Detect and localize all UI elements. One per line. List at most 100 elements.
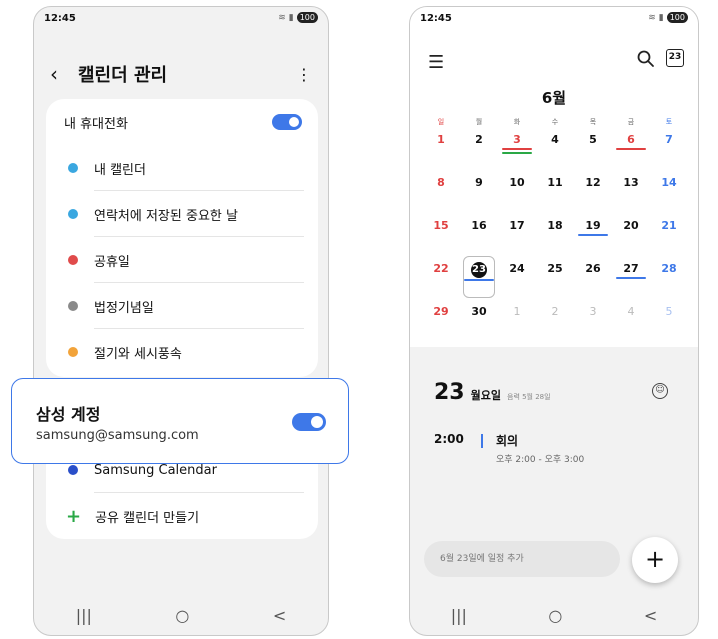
calendar-item[interactable]: 공휴일 — [46, 237, 318, 283]
back-icon[interactable]: ‹ — [50, 62, 72, 86]
day-cell[interactable]: 6 — [612, 131, 650, 174]
calendar-color-dot — [68, 209, 78, 219]
status-icons: ≋ ▮ 100 — [278, 12, 318, 23]
day-cell[interactable]: 5 — [574, 131, 612, 174]
wifi-icon: ≋ — [278, 12, 286, 23]
day-cell-selected[interactable]: 23 — [460, 256, 498, 303]
day-cell[interactable]: 2 — [460, 131, 498, 174]
day-cell[interactable]: 18 — [536, 217, 574, 260]
day-cell[interactable]: 4 — [536, 131, 574, 174]
today-marker: 23 — [471, 262, 487, 278]
day-cell[interactable]: 5 — [650, 303, 688, 346]
account-toggle[interactable] — [292, 413, 326, 431]
wifi-icon: ≋ — [648, 12, 656, 23]
add-shared-calendar-button[interactable]: + 공유 캘린더 만들기 — [46, 493, 318, 539]
calendar-management-screen: 12:45 ≋ ▮ 100 ‹ 캘린더 관리 ⋮ 내 휴대전화 내 캘린더 연락… — [33, 6, 329, 636]
calendar-color-dot — [68, 163, 78, 173]
calendar-item[interactable]: 연락처에 저장된 중요한 날 — [46, 191, 318, 237]
header: ‹ 캘린더 관리 ⋮ — [50, 59, 312, 89]
samsung-account-callout: 삼성 계정 samsung@samsung.com — [11, 378, 349, 464]
weekday-label: 화 — [513, 118, 521, 126]
search-icon[interactable] — [636, 49, 656, 69]
nav-back-icon[interactable]: < — [644, 606, 657, 625]
signal-icon: ▮ — [658, 12, 664, 23]
day-cell[interactable]: 27 — [612, 260, 650, 303]
day-cell[interactable]: 29 — [422, 303, 460, 346]
weekday-label: 일 — [437, 118, 445, 126]
day-cell[interactable]: 4 — [612, 303, 650, 346]
calendar-item-label: 내 캘린더 — [94, 162, 146, 178]
day-cell[interactable]: 15 — [422, 217, 460, 260]
day-cell[interactable]: 11 — [536, 174, 574, 217]
status-bar: 12:45 ≋ ▮ 100 — [34, 7, 328, 31]
selected-day-number: 23 — [434, 380, 465, 405]
event-item[interactable]: 2:00 회의 오후 2:00 - 오후 3:00 — [434, 432, 678, 472]
day-cell[interactable]: 8 — [422, 174, 460, 217]
device-section-header: 내 휴대전화 — [46, 99, 318, 145]
day-cell[interactable]: 28 — [650, 260, 688, 303]
day-cell[interactable]: 22 — [422, 260, 460, 303]
event-time: 2:00 — [434, 432, 464, 446]
day-cell[interactable]: 24 — [498, 260, 536, 303]
device-calendars-card: 내 휴대전화 내 캘린더 연락처에 저장된 중요한 날 공휴일 법정기념일 절기… — [46, 99, 318, 377]
home-icon[interactable]: ○ — [175, 606, 189, 625]
day-cell[interactable]: 14 — [650, 174, 688, 217]
system-nav-bar: ||| ○ < — [410, 595, 698, 635]
status-icons: ≋ ▮ 100 — [648, 12, 688, 23]
day-cell[interactable]: 13 — [612, 174, 650, 217]
event-color-bar — [481, 434, 483, 448]
day-cell[interactable]: 19 — [574, 217, 612, 260]
day-cell[interactable]: 3 — [574, 303, 612, 346]
weekday-label: 목 — [589, 118, 597, 126]
calendar-item[interactable]: 내 캘린더 — [46, 145, 318, 191]
weekday-label: 토 — [665, 118, 673, 126]
month-grid: 1 2 3 4 5 6 7 8 9 10 11 12 13 14 15 16 1… — [422, 131, 688, 346]
day-cell[interactable]: 1 — [422, 131, 460, 174]
calendar-item-label: 법정기념일 — [94, 300, 154, 316]
more-options-icon[interactable]: ⋮ — [296, 65, 312, 84]
home-icon[interactable]: ○ — [548, 606, 562, 625]
day-cell[interactable]: 25 — [536, 260, 574, 303]
calendar-item-label: Samsung Calendar — [94, 462, 217, 478]
device-toggle[interactable] — [272, 114, 302, 130]
day-cell[interactable]: 17 — [498, 217, 536, 260]
day-cell[interactable]: 7 — [650, 131, 688, 174]
weekday-label: 금 — [627, 118, 635, 126]
status-bar: 12:45 ≋ ▮ 100 — [410, 7, 698, 31]
day-cell[interactable]: 9 — [460, 174, 498, 217]
day-cell[interactable]: 16 — [460, 217, 498, 260]
day-cell[interactable]: 2 — [536, 303, 574, 346]
calendar-item[interactable]: 법정기념일 — [46, 283, 318, 329]
weekday-label: 수 — [551, 118, 559, 126]
day-cell[interactable]: 12 — [574, 174, 612, 217]
day-cell[interactable]: 30 — [460, 303, 498, 346]
today-icon[interactable]: 23 — [666, 49, 684, 67]
system-nav-bar: ||| ○ < — [34, 595, 328, 635]
calendar-color-dot — [68, 301, 78, 311]
day-cell[interactable]: 10 — [498, 174, 536, 217]
calendar-color-dot — [68, 465, 78, 475]
weekday-label: 월 — [475, 118, 483, 126]
nav-back-icon[interactable]: < — [273, 606, 286, 625]
recents-icon[interactable]: ||| — [451, 606, 467, 625]
device-section-label: 내 휴대전화 — [64, 116, 128, 132]
calendar-month-screen: 12:45 ≋ ▮ 100 ☰ 23 6월 일 월 화 수 목 금 토 1 2 … — [409, 6, 699, 636]
status-time: 12:45 — [420, 13, 452, 24]
recents-icon[interactable]: ||| — [76, 606, 92, 625]
menu-icon[interactable]: ☰ — [428, 52, 444, 73]
account-email: samsung@samsung.com — [36, 428, 199, 443]
battery-icon: 100 — [666, 12, 688, 23]
add-event-button[interactable]: + — [632, 537, 678, 583]
weekday-header: 일 월 화 수 목 금 토 — [422, 117, 688, 127]
day-cell[interactable]: 20 — [612, 217, 650, 260]
day-cell[interactable]: 1 — [498, 303, 536, 346]
battery-icon: 100 — [296, 12, 318, 23]
day-cell[interactable]: 26 — [574, 260, 612, 303]
day-cell[interactable]: 21 — [650, 217, 688, 260]
calendar-item[interactable]: 절기와 세시풍속 — [46, 329, 318, 375]
event-detail: 오후 2:00 - 오후 3:00 — [496, 455, 585, 465]
quick-add-input[interactable]: 6월 23일에 일정 추가 — [424, 541, 620, 577]
day-cell[interactable]: 3 — [498, 131, 536, 174]
calendar-item-label: 절기와 세시풍속 — [94, 346, 182, 362]
sticker-icon[interactable]: ☺ — [652, 383, 668, 399]
